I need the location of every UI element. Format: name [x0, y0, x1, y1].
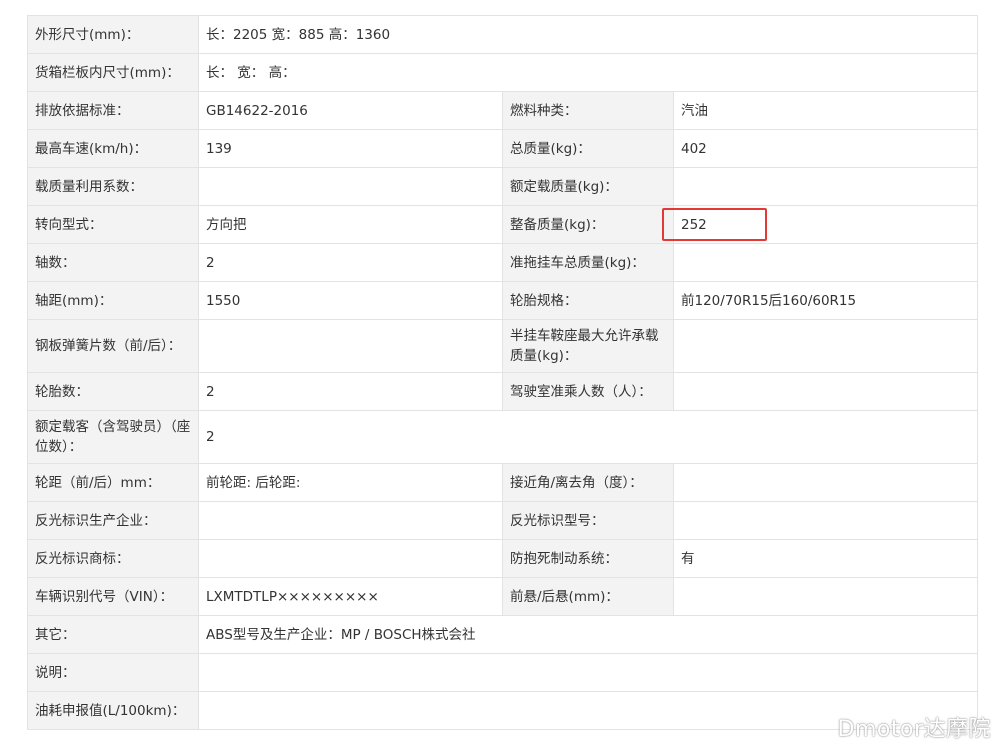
value-reflector-brand	[198, 539, 503, 578]
value-vin: LXMTDTLP×××××××××	[198, 577, 503, 616]
value-axle-count: 2	[198, 243, 503, 282]
label-fuel-consumption: 油耗申报值(L/100km)：	[27, 691, 199, 730]
value-dimensions: 长：2205 宽：885 高：1360	[198, 15, 978, 54]
label-load-utilization: 载质量利用系数：	[27, 167, 199, 206]
label-curb-weight: 整备质量(kg)：	[502, 205, 674, 244]
value-leaf-spring-count	[198, 319, 503, 373]
label-reflector-brand: 反光标识商标：	[27, 539, 199, 578]
value-total-mass: 402	[673, 129, 978, 168]
label-reflector-model: 反光标识型号：	[502, 501, 674, 540]
value-tire-count: 2	[198, 372, 503, 411]
label-other: 其它：	[27, 615, 199, 654]
table-row: 钢板弹簧片数（前/后）： 半挂车鞍座最大允许承载质量(kg)：	[27, 319, 978, 373]
table-row: 其它： ABS型号及生产企业：MP / BOSCH株式会社	[27, 615, 978, 654]
value-reflector-manufacturer	[198, 501, 503, 540]
label-notes: 说明：	[27, 653, 199, 692]
value-emission-standard: GB14622-2016	[198, 91, 503, 130]
value-cargo-box-size: 长： 宽： 高：	[198, 53, 978, 92]
value-track-width: 前轮距: 后轮距:	[198, 463, 503, 502]
table-row: 额定载客（含驾驶员）（座位数）： 2	[27, 410, 978, 464]
label-saddle-max-load: 半挂车鞍座最大允许承载质量(kg)：	[502, 319, 674, 373]
label-tire-count: 轮胎数：	[27, 372, 199, 411]
value-saddle-max-load	[673, 319, 978, 373]
label-leaf-spring-count: 钢板弹簧片数（前/后）：	[27, 319, 199, 373]
label-cab-occupants: 驾驶室准乘人数（人）：	[502, 372, 674, 411]
label-dimensions: 外形尺寸(mm)：	[27, 15, 199, 54]
table-row: 载质量利用系数： 额定载质量(kg)：	[27, 167, 978, 206]
value-curb-weight: 252	[673, 205, 978, 244]
label-approach-departure-angle: 接近角/离去角（度）：	[502, 463, 674, 502]
table-row: 油耗申报值(L/100km)：	[27, 691, 978, 730]
label-abs-system: 防抱死制动系统：	[502, 539, 674, 578]
label-track-width: 轮距（前/后）mm：	[27, 463, 199, 502]
value-rated-passengers: 2	[198, 410, 978, 464]
value-trailer-mass	[673, 243, 978, 282]
table-row: 反光标识生产企业： 反光标识型号：	[27, 501, 978, 540]
label-trailer-mass: 准拖挂车总质量(kg)：	[502, 243, 674, 282]
table-row: 排放依据标准： GB14622-2016 燃料种类： 汽油	[27, 91, 978, 130]
value-cab-occupants	[673, 372, 978, 411]
value-max-speed: 139	[198, 129, 503, 168]
value-load-utilization	[198, 167, 503, 206]
value-abs-system: 有	[673, 539, 978, 578]
table-row: 车辆识别代号（VIN）： LXMTDTLP××××××××× 前悬/后悬(mm)…	[27, 577, 978, 616]
value-rated-load	[673, 167, 978, 206]
label-vin: 车辆识别代号（VIN）：	[27, 577, 199, 616]
label-wheelbase: 轴距(mm)：	[27, 281, 199, 320]
table-row: 货箱栏板内尺寸(mm)： 长： 宽： 高：	[27, 53, 978, 92]
label-total-mass: 总质量(kg)：	[502, 129, 674, 168]
value-tire-spec: 前120/70R15后160/60R15	[673, 281, 978, 320]
label-axle-count: 轴数：	[27, 243, 199, 282]
table-row: 最高车速(km/h)： 139 总质量(kg)： 402	[27, 129, 978, 168]
table-row: 轮胎数： 2 驾驶室准乘人数（人）：	[27, 372, 978, 411]
value-approach-departure-angle	[673, 463, 978, 502]
value-notes	[198, 653, 978, 692]
table-row: 轴距(mm)： 1550 轮胎规格： 前120/70R15后160/60R15	[27, 281, 978, 320]
label-overhang: 前悬/后悬(mm)：	[502, 577, 674, 616]
value-wheelbase: 1550	[198, 281, 503, 320]
label-emission-standard: 排放依据标准：	[27, 91, 199, 130]
vehicle-spec-table: 外形尺寸(mm)： 长：2205 宽：885 高：1360 货箱栏板内尺寸(mm…	[27, 15, 978, 730]
table-row: 轴数： 2 准拖挂车总质量(kg)：	[27, 243, 978, 282]
label-rated-load: 额定载质量(kg)：	[502, 167, 674, 206]
label-max-speed: 最高车速(km/h)：	[27, 129, 199, 168]
label-rated-passengers: 额定载客（含驾驶员）（座位数）：	[27, 410, 199, 464]
value-fuel-type: 汽油	[673, 91, 978, 130]
value-overhang	[673, 577, 978, 616]
watermark: Dmotor达摩院	[837, 717, 991, 742]
value-steering-type: 方向把	[198, 205, 503, 244]
value-other: ABS型号及生产企业：MP / BOSCH株式会社	[198, 615, 978, 654]
table-row: 轮距（前/后）mm： 前轮距: 后轮距: 接近角/离去角（度）：	[27, 463, 978, 502]
table-row: 反光标识商标： 防抱死制动系统： 有	[27, 539, 978, 578]
label-fuel-type: 燃料种类：	[502, 91, 674, 130]
table-row: 外形尺寸(mm)： 长：2205 宽：885 高：1360	[27, 15, 978, 54]
label-cargo-box-size: 货箱栏板内尺寸(mm)：	[27, 53, 199, 92]
label-tire-spec: 轮胎规格：	[502, 281, 674, 320]
table-row: 转向型式： 方向把 整备质量(kg)： 252	[27, 205, 978, 244]
label-steering-type: 转向型式：	[27, 205, 199, 244]
table-row: 说明：	[27, 653, 978, 692]
label-reflector-manufacturer: 反光标识生产企业：	[27, 501, 199, 540]
value-reflector-model	[673, 501, 978, 540]
